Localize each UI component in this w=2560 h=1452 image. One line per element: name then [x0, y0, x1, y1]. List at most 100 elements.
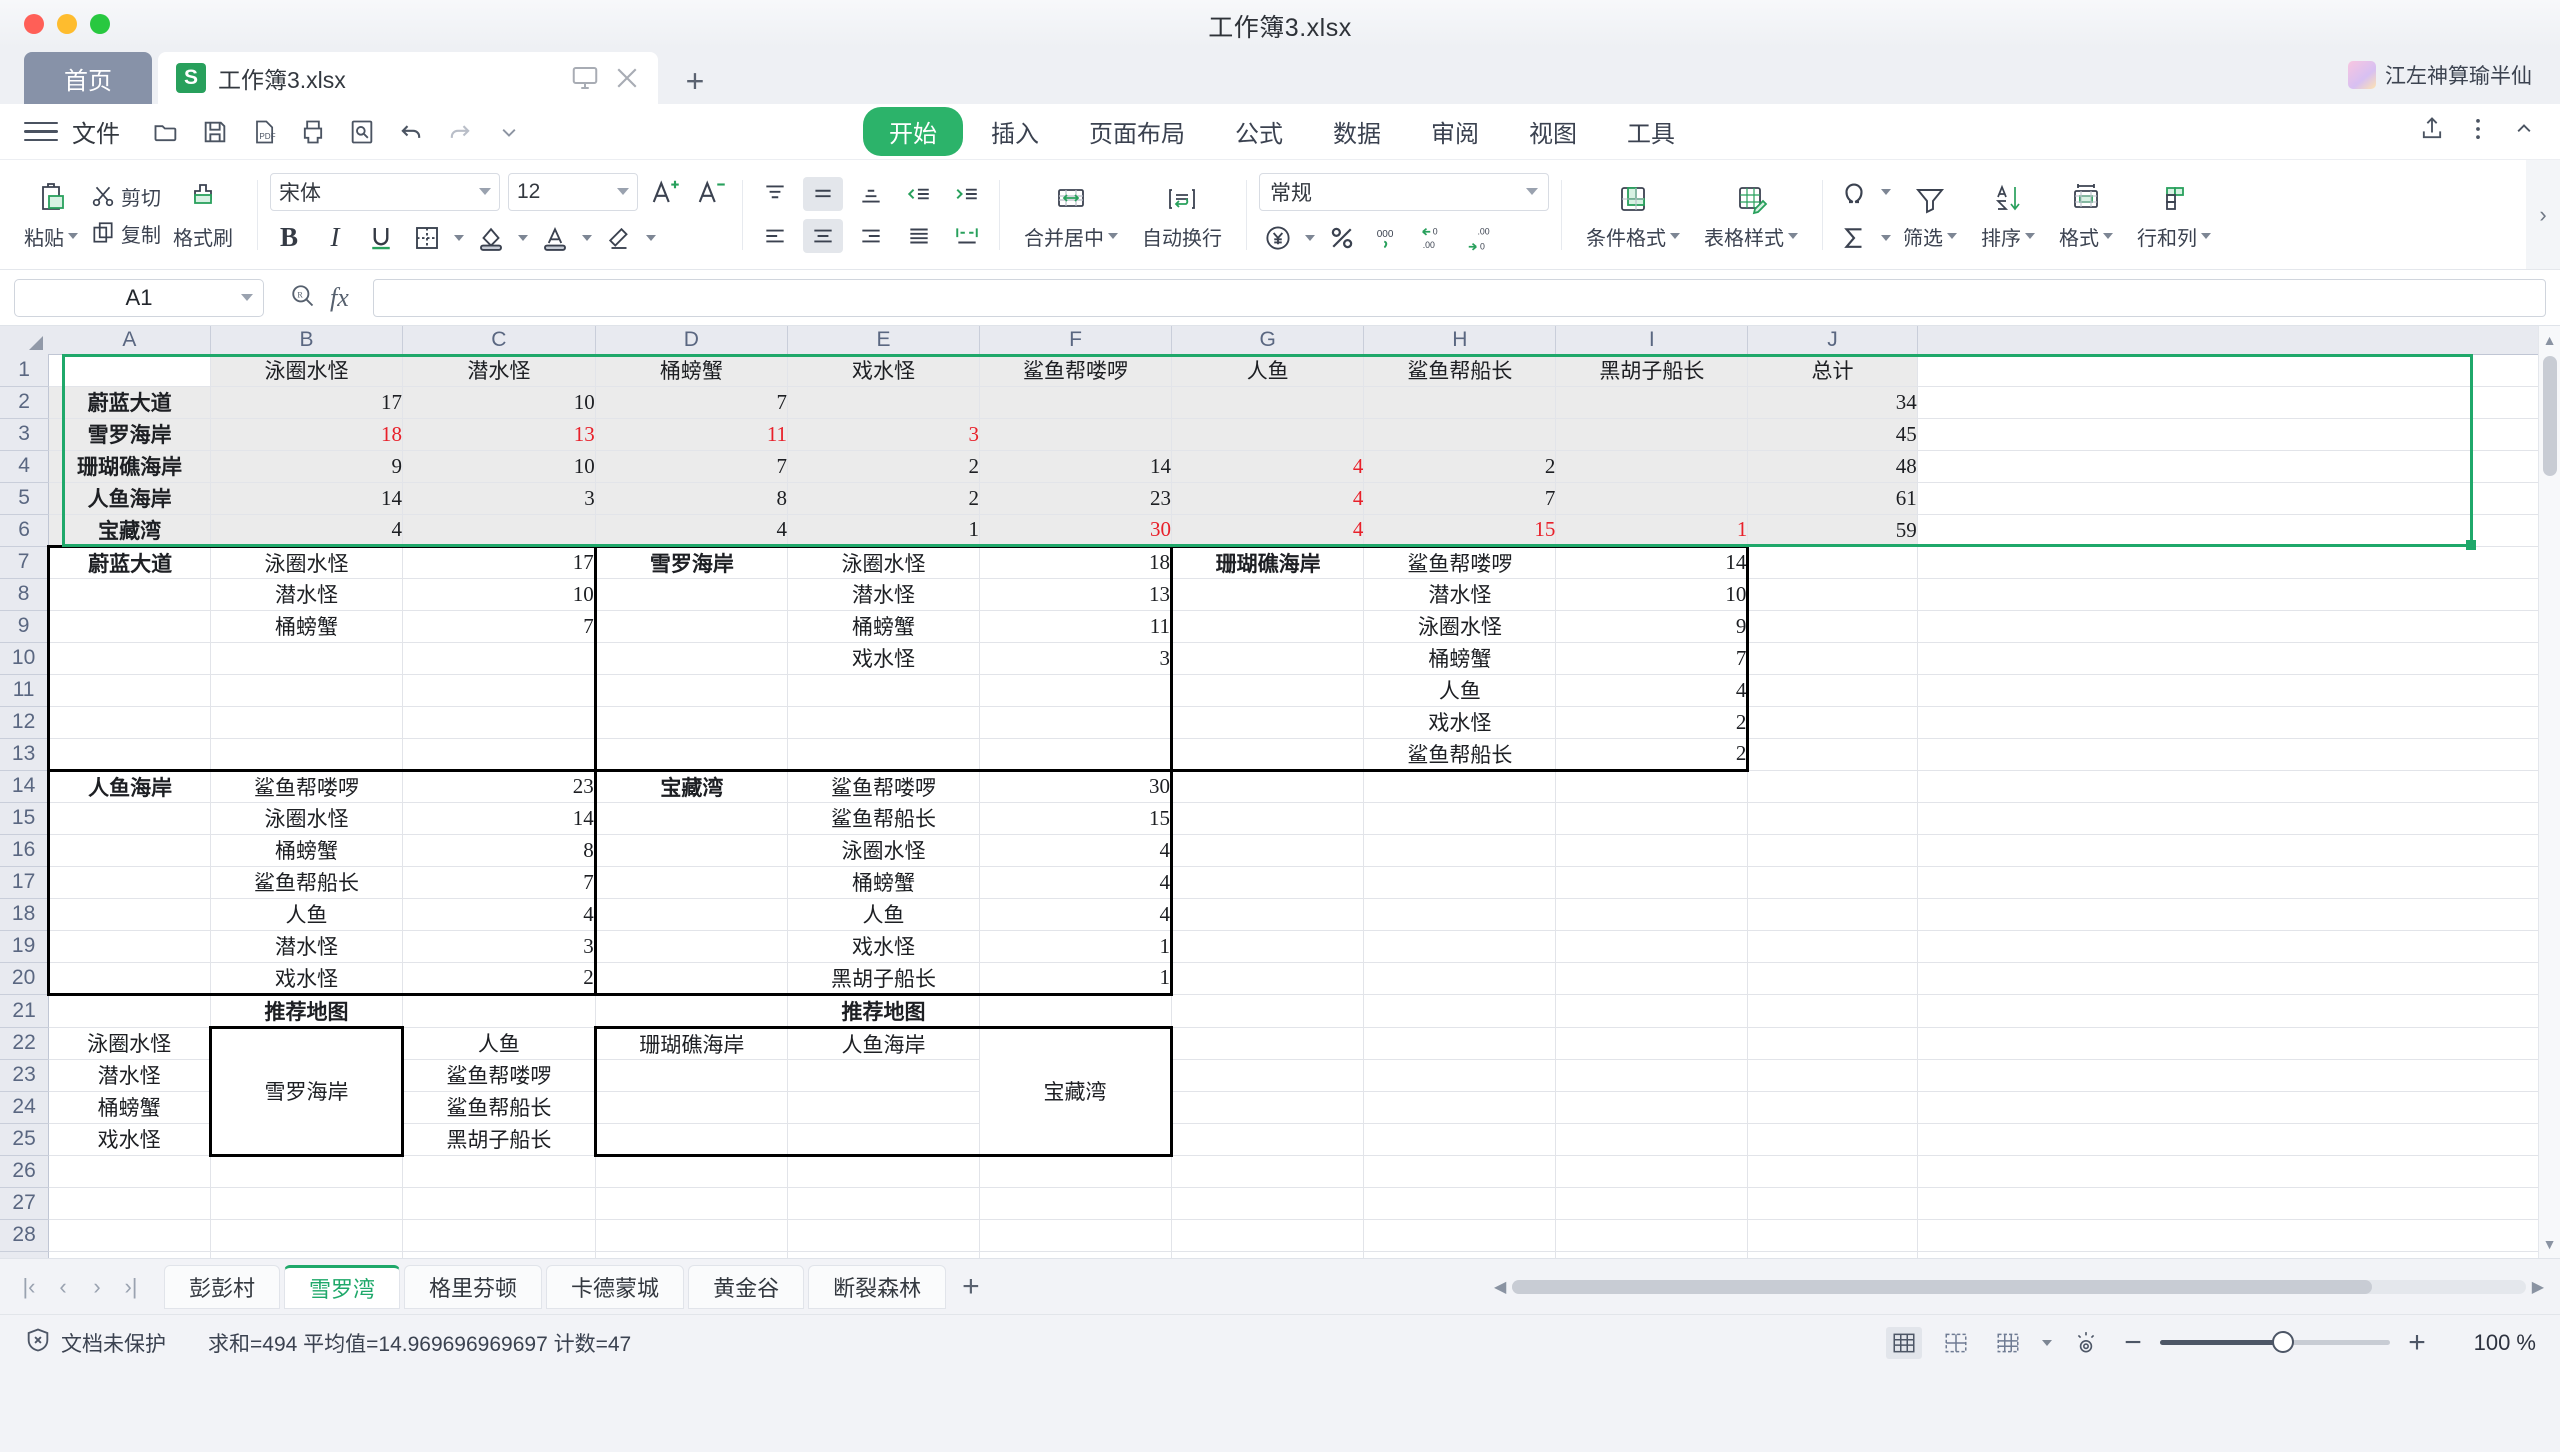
- name-box[interactable]: A1: [14, 278, 264, 317]
- cell-A11[interactable]: [47, 674, 212, 707]
- filter-chevron-down-icon[interactable]: [1947, 233, 1957, 239]
- cell-overflow-24[interactable]: [1917, 1091, 2560, 1124]
- cell-J25[interactable]: [1747, 1123, 1918, 1156]
- cell-overflow-29[interactable]: [1917, 1251, 2560, 1258]
- cell-D26[interactable]: [595, 1155, 789, 1188]
- cell-C25[interactable]: 黑胡子船长: [402, 1123, 596, 1156]
- ribbon-tab-tools[interactable]: 工具: [1605, 107, 1697, 156]
- cell-H17[interactable]: [1363, 866, 1557, 899]
- cell-J21[interactable]: [1747, 994, 1918, 1028]
- zoom-out-button[interactable]: −: [2120, 1326, 2146, 1360]
- font-size-chevron-down-icon[interactable]: [617, 188, 629, 195]
- cell-overflow-16[interactable]: [1917, 834, 2560, 867]
- paste-chevron-down-icon[interactable]: [68, 233, 78, 239]
- cell-C5[interactable]: 3: [402, 482, 596, 515]
- cell-I17[interactable]: [1555, 866, 1749, 899]
- cell-A26[interactable]: [48, 1155, 212, 1188]
- cell-overflow-14[interactable]: [1917, 770, 2560, 803]
- cell-overflow-12[interactable]: [1917, 706, 2560, 739]
- ribbon-tab-page-layout[interactable]: 页面布局: [1067, 107, 1207, 156]
- cell-D25[interactable]: [593, 1123, 789, 1157]
- cell-A6[interactable]: 宝藏湾: [48, 514, 212, 547]
- cell-overflow-1[interactable]: [1917, 354, 2560, 387]
- cell-overflow-27[interactable]: [1917, 1187, 2560, 1220]
- cell-E4[interactable]: 2: [787, 450, 981, 483]
- cell-overflow-4[interactable]: [1917, 450, 2560, 483]
- cell-B8[interactable]: 潜水怪: [210, 578, 403, 611]
- fill-color-chevron-down-icon[interactable]: [518, 234, 528, 241]
- cell-E1[interactable]: 戏水怪: [787, 354, 981, 387]
- cell-H23[interactable]: [1363, 1059, 1557, 1092]
- cell-J9[interactable]: [1747, 610, 1918, 643]
- increase-indent-button[interactable]: [947, 177, 987, 211]
- sheet-tab-huangjingu[interactable]: 黄金谷: [688, 1264, 805, 1309]
- cell-E10[interactable]: 戏水怪: [787, 642, 981, 675]
- cell-A10[interactable]: [47, 642, 212, 675]
- cell-A1[interactable]: [48, 354, 212, 387]
- cell-overflow-19[interactable]: [1917, 930, 2560, 963]
- cell-E22[interactable]: 人鱼海岸: [787, 1025, 981, 1060]
- cell-C16[interactable]: 8: [402, 834, 597, 867]
- cell-B7[interactable]: 泳圈水怪: [210, 544, 403, 579]
- cell-G10[interactable]: [1171, 642, 1365, 675]
- cell-overflow-10[interactable]: [1917, 642, 2560, 675]
- cell-C10[interactable]: [402, 642, 597, 675]
- cell-J19[interactable]: [1747, 930, 1918, 963]
- cell-I6[interactable]: 1: [1555, 514, 1749, 547]
- cell-B9[interactable]: 桶螃蟹: [210, 610, 403, 643]
- cell-B19[interactable]: 潜水怪: [210, 930, 403, 963]
- present-icon[interactable]: [570, 63, 600, 93]
- increase-decimal-button[interactable]: 0.00: [1415, 219, 1453, 257]
- cell-G16[interactable]: [1171, 834, 1365, 867]
- cell-overflow-13[interactable]: [1917, 738, 2560, 771]
- cell-D18[interactable]: [595, 898, 789, 931]
- document-protection-status[interactable]: 文档未保护: [24, 1326, 166, 1359]
- view-options-chevron-down-icon[interactable]: [2042, 1339, 2052, 1346]
- cell-A15[interactable]: [47, 802, 212, 835]
- cell-J17[interactable]: [1747, 866, 1918, 899]
- cell-E20[interactable]: 黑胡子船长: [787, 962, 981, 996]
- cell-D12[interactable]: [595, 706, 789, 739]
- hscroll-right-arrow-icon[interactable]: ▶: [2532, 1277, 2544, 1297]
- cell-G20[interactable]: [1171, 962, 1365, 995]
- page-break-view-button[interactable]: [1938, 1327, 1974, 1359]
- cell-I12[interactable]: 2: [1555, 706, 1750, 739]
- cell-overflow-23[interactable]: [1917, 1059, 2560, 1092]
- cell-G21[interactable]: [1171, 994, 1365, 1028]
- sheet-tab-duanliesenlin[interactable]: 断裂森林: [808, 1264, 947, 1309]
- cell-C7[interactable]: 17: [402, 544, 597, 579]
- cell-F28[interactable]: [979, 1219, 1173, 1252]
- sort-chevron-down-icon[interactable]: [2025, 233, 2035, 239]
- cell-H28[interactable]: [1363, 1219, 1557, 1252]
- cell-I27[interactable]: [1555, 1187, 1749, 1220]
- formula-input[interactable]: [372, 278, 2546, 317]
- cell-G17[interactable]: [1171, 866, 1365, 899]
- cell-E9[interactable]: 桶螃蟹: [787, 610, 981, 643]
- scroll-up-arrow-icon[interactable]: ▲: [2539, 332, 2560, 348]
- col-header-J[interactable]: J: [1747, 326, 1918, 355]
- cell-B13[interactable]: [210, 738, 403, 772]
- cell-H16[interactable]: [1363, 834, 1557, 867]
- cell-A9[interactable]: [47, 610, 212, 643]
- cell-F2[interactable]: [979, 386, 1173, 419]
- cell-I21[interactable]: [1555, 994, 1749, 1028]
- cell-I24[interactable]: [1555, 1091, 1749, 1124]
- insert-function-icon[interactable]: fx: [330, 283, 349, 313]
- cell-B6[interactable]: 4: [210, 514, 403, 547]
- cell-J22[interactable]: [1747, 1027, 1918, 1060]
- sheet-tab-gelifendun[interactable]: 格里芬顿: [404, 1264, 543, 1309]
- cell-E25[interactable]: [787, 1123, 981, 1157]
- cell-H6[interactable]: 15: [1363, 514, 1557, 547]
- zoom-track[interactable]: [2160, 1331, 2390, 1353]
- cell-C18[interactable]: 4: [402, 898, 597, 931]
- cell-E28[interactable]: [787, 1219, 981, 1252]
- cell-E3[interactable]: 3: [787, 418, 981, 451]
- cell-I25[interactable]: [1555, 1123, 1749, 1156]
- cell-D2[interactable]: 7: [595, 386, 789, 419]
- table-style-button[interactable]: 表格样式: [1692, 179, 1810, 251]
- row-header-5[interactable]: 5: [0, 482, 50, 515]
- cell-overflow-18[interactable]: [1917, 898, 2560, 931]
- cell-E18[interactable]: 人鱼: [787, 898, 981, 931]
- table-style-chevron-down-icon[interactable]: [1788, 233, 1798, 239]
- cell-G4[interactable]: 4: [1171, 450, 1365, 483]
